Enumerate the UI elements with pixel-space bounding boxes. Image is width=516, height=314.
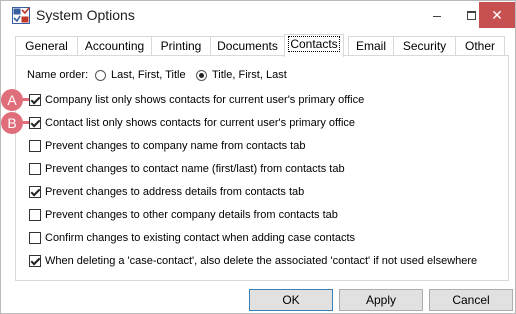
tab-label: Email [355,39,386,53]
tab-documents[interactable]: Documents [210,36,285,56]
checkbox-box[interactable] [29,117,41,129]
maximize-icon [466,11,476,20]
close-button[interactable]: ✕ [479,2,515,28]
minimize-icon [433,16,441,17]
system-options-window: System Options ✕ General Accounting Prin… [0,0,516,314]
checkbox-box[interactable] [29,186,41,198]
tab-accounting[interactable]: Accounting [77,36,152,56]
ok-button[interactable]: OK [249,289,333,311]
tab-label: Contacts [288,36,340,52]
close-icon: ✕ [491,7,503,23]
checkbox-label: Prevent changes to other company details… [45,209,338,221]
tab-other[interactable]: Other [455,36,505,56]
tab-printing[interactable]: Printing [151,36,211,56]
tab-strip: General Accounting Printing Documents Co… [15,34,509,57]
radio-label-title-first-last: Title, First, Last [212,69,287,81]
checkbox-box[interactable] [29,94,41,106]
checkbox-label: Prevent changes to contact name (first/l… [45,163,345,175]
checkbox-label: Prevent changes to company name from con… [45,140,306,152]
checkbox-box[interactable] [29,163,41,175]
checkbox-box[interactable] [29,232,41,244]
checkbox-label: Confirm changes to existing contact when… [45,232,356,244]
radio-label-last-first-title: Last, First, Title [111,69,186,81]
app-icon [12,7,30,24]
apply-button[interactable]: Apply [339,289,423,311]
callout-marker-a: A [1,89,29,111]
checkbox-label: When deleting a 'case-contact', also del… [45,255,478,267]
tab-security[interactable]: Security [393,36,456,56]
checkbox-label: Company list only shows contacts for cur… [45,94,365,106]
window-title: System Options [36,7,135,23]
tab-label: Documents [217,39,278,53]
checkbox-box[interactable] [29,209,41,221]
name-order-label: Name order: [27,69,89,81]
callout-marker-b: B [1,112,29,134]
radio-title-first-last[interactable] [196,70,207,81]
cancel-button[interactable]: Cancel [429,289,513,311]
checkbox-label: Contact list only shows contacts for cur… [45,117,356,129]
title-bar[interactable]: System Options ✕ [1,1,516,31]
checkbox-label: Prevent changes to address details from … [45,186,305,198]
tab-contacts[interactable]: Contacts [284,34,344,57]
tab-label: Security [402,39,447,53]
checkbox-box[interactable] [29,255,41,267]
tab-label: General [25,39,68,53]
minimize-button[interactable] [423,1,451,29]
tab-general[interactable]: General [15,36,78,56]
radio-last-first-title[interactable] [95,70,106,81]
tab-label: Other [464,39,495,53]
tab-email[interactable]: Email [348,36,394,56]
checkbox-box[interactable] [29,140,41,152]
tab-label: Printing [160,39,202,53]
tab-label: Accounting [84,39,145,53]
